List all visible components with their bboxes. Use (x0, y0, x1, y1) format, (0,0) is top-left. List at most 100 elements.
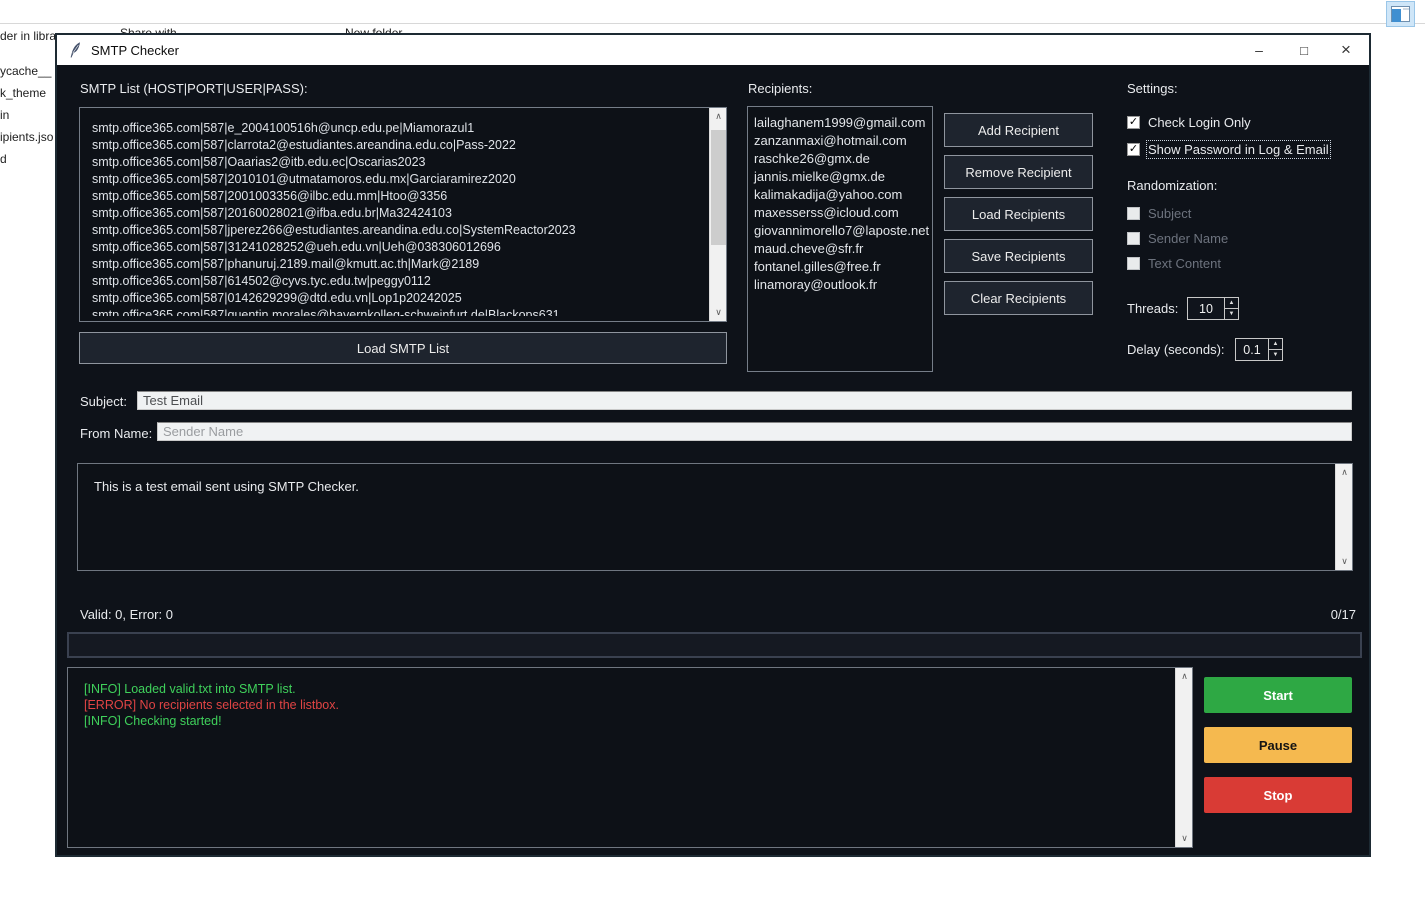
smtp-entry[interactable]: smtp.office365.com|587|614502@cyvs.tyc.e… (92, 273, 706, 290)
scrollbar-thumb[interactable] (711, 130, 726, 245)
smtp-entry[interactable]: smtp.office365.com|587|phanuruj.2189.mai… (92, 256, 706, 273)
save-recipients-button[interactable]: Save Recipients (944, 239, 1093, 273)
recipient-item[interactable]: raschke26@gmx.de (754, 150, 932, 168)
log-line: [ERROR] No recipients selected in the li… (84, 697, 1168, 713)
scroll-up-icon[interactable]: ∧ (1336, 464, 1353, 481)
smtp-checker-window: SMTP Checker – □ × SMTP List (HOST|PORT|… (55, 33, 1371, 857)
body-scrollbar[interactable]: ∧ ∨ (1335, 464, 1352, 570)
email-body-text: This is a test email sent using SMTP Che… (94, 479, 359, 494)
start-button[interactable]: Start (1204, 677, 1352, 713)
threads-value[interactable]: 10 (1188, 298, 1224, 319)
smtp-entry[interactable]: smtp.office365.com|587|jperez266@estudia… (92, 222, 706, 239)
checkbox-unchecked-icon (1127, 257, 1140, 270)
smtp-entry[interactable]: smtp.office365.com|587|31241028252@ueh.e… (92, 239, 706, 256)
log-line: [INFO] Checking started! (84, 713, 1168, 729)
from-name-label: From Name: (80, 426, 152, 441)
checkbox-label: Check Login Only (1148, 115, 1251, 130)
checkbox-label: Sender Name (1148, 231, 1228, 246)
checkbox-checked-icon[interactable]: ✓ (1127, 116, 1140, 129)
valid-error-counter: Valid: 0, Error: 0 (80, 607, 173, 622)
randomize-sender-checkbox: Sender Name (1127, 231, 1228, 246)
file-item: ycache__ (0, 64, 51, 78)
randomize-subject-checkbox: Subject (1127, 206, 1191, 221)
clear-recipients-button[interactable]: Clear Recipients (944, 281, 1093, 315)
recipient-item[interactable]: zanzanmaxi@hotmail.com (754, 132, 932, 150)
smtp-entry[interactable]: smtp.office365.com|587|clarrota2@estudia… (92, 137, 706, 154)
spin-up-icon[interactable]: ▲ (1225, 298, 1238, 309)
threads-spinbox[interactable]: 10 ▲ ▼ (1187, 297, 1239, 320)
check-login-only-checkbox[interactable]: ✓ Check Login Only (1127, 115, 1251, 130)
checkbox-checked-icon[interactable]: ✓ (1127, 143, 1140, 156)
subject-label: Subject: (80, 394, 127, 409)
add-recipient-button[interactable]: Add Recipient (944, 113, 1093, 147)
smtp-entry[interactable]: smtp.office365.com|587|2001003356@ilbc.e… (92, 188, 706, 205)
smtp-entry[interactable]: smtp.office365.com|587|2010101@utmatamor… (92, 171, 706, 188)
subject-input[interactable]: Test Email (137, 391, 1352, 410)
from-name-input[interactable]: Sender Name (157, 422, 1352, 441)
checkbox-unchecked-icon (1127, 232, 1140, 245)
show-password-checkbox[interactable]: ✓ Show Password in Log & Email (1127, 142, 1329, 157)
scroll-down-icon[interactable]: ∨ (1176, 830, 1193, 847)
file-item: d (0, 152, 7, 166)
stop-button[interactable]: Stop (1204, 777, 1352, 813)
smtp-list-scrollbar[interactable]: ∧ ∨ (709, 108, 726, 321)
spin-down-icon[interactable]: ▼ (1269, 350, 1282, 360)
minimize-icon[interactable]: – (1244, 35, 1274, 65)
recipient-item[interactable]: jannis.mielke@gmx.de (754, 168, 932, 186)
progress-counter: 0/17 (1331, 607, 1356, 622)
file-item: in (0, 108, 9, 122)
threads-label: Threads: (1127, 301, 1178, 316)
background-divider (0, 23, 1425, 24)
maximize-icon[interactable]: □ (1289, 35, 1319, 65)
remove-recipient-button[interactable]: Remove Recipient (944, 155, 1093, 189)
settings-label: Settings: (1127, 81, 1178, 96)
smtp-listbox[interactable]: smtp.office365.com|587|e_2004100516h@unc… (79, 107, 727, 322)
recipient-item[interactable]: maxesserss@icloud.com (754, 204, 932, 222)
load-recipients-button[interactable]: Load Recipients (944, 197, 1093, 231)
recipients-listbox[interactable]: lailaghanem1999@gmail.com zanzanmaxi@hot… (747, 106, 933, 372)
scroll-up-icon[interactable]: ∧ (1176, 668, 1193, 685)
file-item: ipients.jso (0, 130, 53, 144)
app-feather-icon (69, 41, 82, 59)
scroll-down-icon[interactable]: ∨ (1336, 553, 1353, 570)
randomize-text-checkbox: Text Content (1127, 256, 1221, 271)
delay-spinbox[interactable]: 0.1 ▲ ▼ (1235, 338, 1283, 361)
smtp-entry[interactable]: smtp.office365.com|587|e_2004100516h@unc… (92, 120, 706, 137)
checkbox-label: Text Content (1148, 256, 1221, 271)
recipient-item[interactable]: maud.cheve@sfr.fr (754, 240, 932, 258)
delay-value[interactable]: 0.1 (1236, 339, 1268, 360)
log-textarea[interactable]: [INFO] Loaded valid.txt into SMTP list. … (67, 667, 1193, 848)
recipient-item[interactable]: kalimakadija@yahoo.com (754, 186, 932, 204)
smtp-list-label: SMTP List (HOST|PORT|USER|PASS): (80, 81, 308, 96)
progress-bar (67, 632, 1362, 658)
load-smtp-list-button[interactable]: Load SMTP List (79, 332, 727, 364)
checkbox-unchecked-icon (1127, 207, 1140, 220)
randomization-label: Randomization: (1127, 178, 1217, 193)
scroll-down-icon[interactable]: ∨ (710, 304, 727, 321)
log-scrollbar[interactable]: ∧ ∨ (1175, 668, 1192, 847)
recipient-item[interactable]: linamoray@outlook.fr (754, 276, 932, 294)
recipients-label: Recipients: (748, 81, 812, 96)
window-titlebar[interactable]: SMTP Checker (57, 35, 1369, 65)
file-item: k_theme (0, 86, 46, 100)
log-line: [INFO] Loaded valid.txt into SMTP list. (84, 681, 1168, 697)
smtp-entry[interactable]: smtp.office365.com|587|0142629299@dtd.ed… (92, 290, 706, 307)
smtp-entry[interactable]: smtp.office365.com|587|20160028021@ifba.… (92, 205, 706, 222)
recipient-item[interactable]: fontanel.gilles@free.fr (754, 258, 932, 276)
close-icon[interactable]: × (1331, 35, 1361, 65)
smtp-entry[interactable]: smtp.office365.com|587|quentin.morales@b… (92, 307, 706, 316)
spin-down-icon[interactable]: ▼ (1225, 309, 1238, 319)
recipient-item[interactable]: giovannimorello7@laposte.net (754, 222, 932, 240)
checkbox-label: Subject (1148, 206, 1191, 221)
breadcrumb: der in libra (0, 29, 56, 43)
spin-up-icon[interactable]: ▲ (1269, 339, 1282, 350)
checkbox-label: Show Password in Log & Email (1148, 142, 1329, 157)
email-body-textarea[interactable]: This is a test email sent using SMTP Che… (77, 463, 1353, 571)
window-title: SMTP Checker (91, 43, 179, 58)
recipient-item[interactable]: lailaghanem1999@gmail.com (754, 114, 932, 132)
pause-button[interactable]: Pause (1204, 727, 1352, 763)
explorer-window-icon[interactable] (1386, 1, 1415, 27)
scroll-up-icon[interactable]: ∧ (710, 108, 727, 125)
delay-label: Delay (seconds): (1127, 342, 1225, 357)
smtp-entry[interactable]: smtp.office365.com|587|Oaarias2@itb.edu.… (92, 154, 706, 171)
